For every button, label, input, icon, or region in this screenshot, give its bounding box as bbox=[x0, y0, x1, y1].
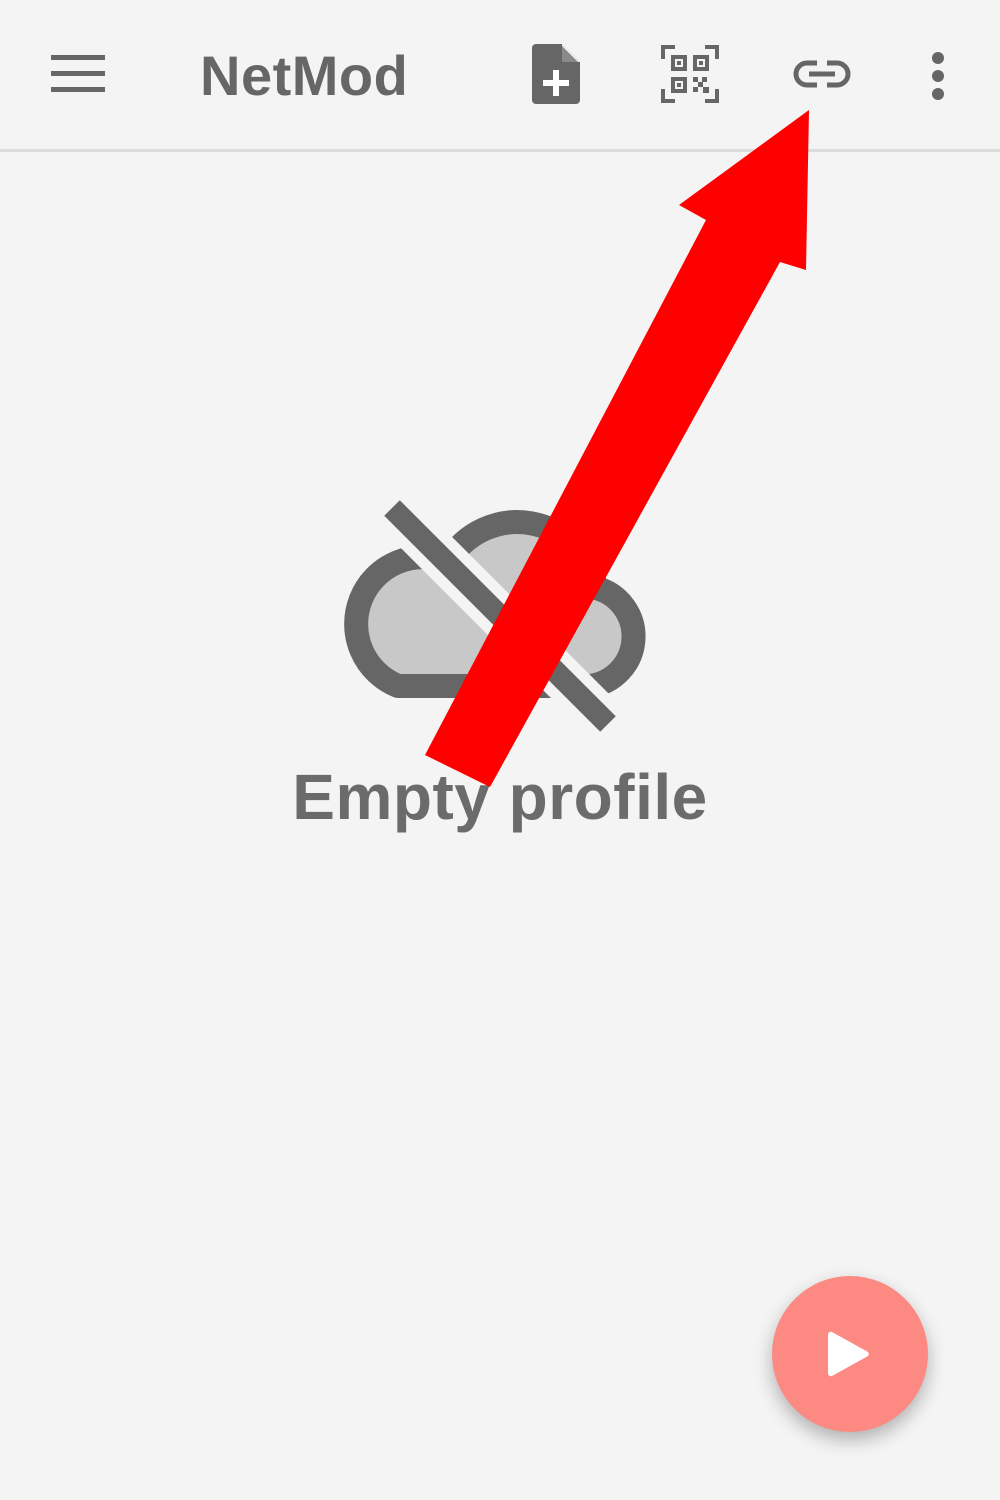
qr-scan-button[interactable] bbox=[652, 36, 728, 112]
add-file-icon bbox=[532, 44, 580, 104]
qr-scan-icon bbox=[661, 45, 719, 103]
empty-profile-label: Empty profile bbox=[292, 761, 708, 833]
add-file-button[interactable] bbox=[520, 36, 592, 112]
app-bar: NetMod bbox=[0, 0, 1000, 152]
more-vert-icon bbox=[932, 52, 944, 100]
play-fab-button[interactable] bbox=[772, 1276, 928, 1432]
empty-state: Empty profile bbox=[0, 470, 1000, 850]
play-icon bbox=[828, 1331, 869, 1377]
cloud-off-icon bbox=[344, 492, 646, 740]
app-title: NetMod bbox=[200, 44, 409, 107]
menu-button[interactable] bbox=[40, 40, 116, 108]
link-button[interactable] bbox=[784, 40, 860, 108]
menu-icon bbox=[51, 55, 105, 92]
more-options-button[interactable] bbox=[910, 40, 966, 112]
link-icon bbox=[793, 60, 851, 88]
